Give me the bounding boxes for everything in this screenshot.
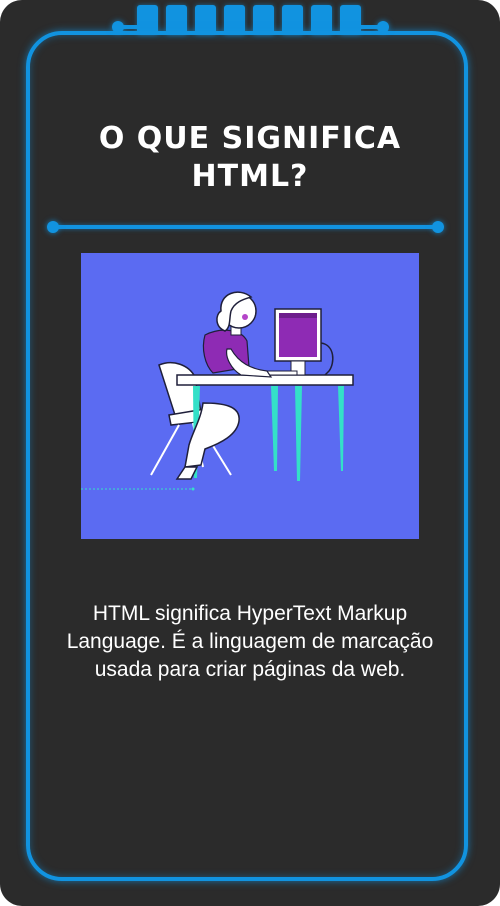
person-at-computer-illustration	[81, 253, 419, 539]
card-title: O QUE SIGNIFICA HTML?	[98, 121, 402, 194]
illustration-svg	[81, 253, 419, 539]
card-description: HTML significa HyperText Markup Language…	[66, 602, 434, 681]
frame-dot-right	[377, 21, 389, 33]
divider-dot-right	[432, 221, 444, 233]
divider-dot-left	[47, 221, 59, 233]
frame-dot-left	[112, 21, 124, 33]
info-card: O QUE SIGNIFICA HTML? HTML significa Hyp…	[0, 0, 500, 906]
title-divider	[54, 225, 438, 229]
